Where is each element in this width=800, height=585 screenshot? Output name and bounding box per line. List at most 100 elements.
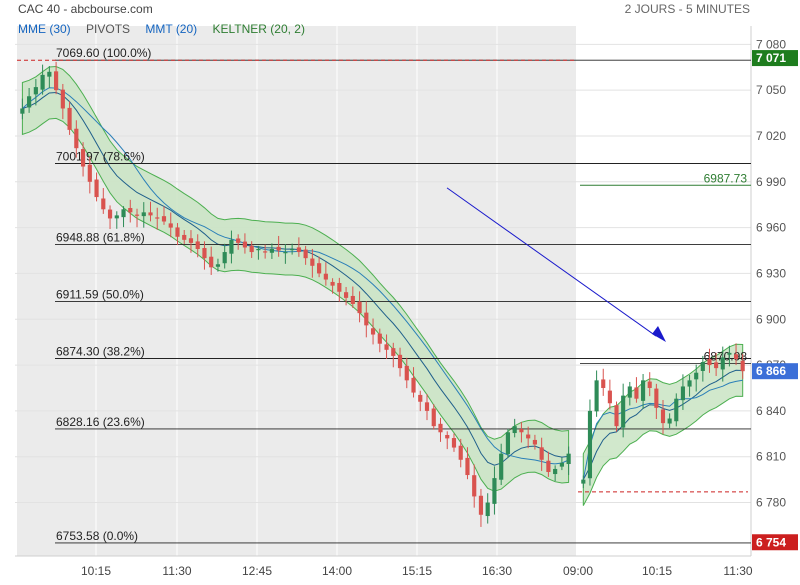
candle-body	[700, 362, 705, 371]
candle-body	[337, 282, 342, 292]
candle-body	[404, 365, 409, 381]
candle-body	[478, 495, 484, 515]
candlestick-chart: 7069.60 (100.0%) 7001.97 (78.6%) 6948.88 (…	[0, 0, 800, 580]
candle-body	[694, 372, 699, 380]
legend-mmt[interactable]: MMT (20)	[145, 22, 197, 36]
candle-body	[168, 223, 173, 228]
legend-mme[interactable]: MME (30)	[18, 22, 71, 36]
fibonacci-label: 7001.97 (78.6%)	[56, 150, 145, 164]
candle-body	[222, 252, 227, 264]
candle-body	[714, 362, 719, 369]
candle-body	[175, 227, 180, 237]
x-tick-label: 09:00	[563, 564, 593, 578]
candle-body	[733, 354, 739, 359]
candle-body	[236, 238, 241, 243]
candle-body	[505, 432, 511, 455]
candle-body	[445, 434, 450, 439]
candle-body	[40, 74, 45, 90]
candle-body	[317, 263, 322, 274]
candle-body	[532, 439, 537, 445]
chart-source-title: CAC 40 - abcbourse.com	[18, 2, 153, 16]
fibonacci-label: 6828.16 (23.6%)	[56, 415, 145, 429]
candle-body	[687, 380, 692, 387]
candle-body	[141, 212, 146, 217]
candle-body	[290, 248, 295, 251]
x-tick-label: 11:30	[162, 564, 191, 578]
candle-body	[323, 273, 328, 280]
x-tick-label: 16:30	[482, 564, 512, 578]
candle-body	[566, 453, 571, 465]
candle-body	[310, 258, 315, 266]
candle-body	[182, 234, 187, 240]
candle-body	[539, 447, 544, 460]
candle-body	[594, 380, 599, 412]
candle-body	[202, 248, 207, 259]
candle-body	[155, 217, 160, 219]
candle-body	[188, 238, 194, 243]
candle-body	[411, 377, 416, 393]
candle-body	[209, 256, 214, 268]
candle-body	[546, 460, 551, 472]
price-badge-label: 6 754	[756, 535, 786, 549]
legend-pivots[interactable]: PIVOTS	[86, 22, 130, 36]
candle-body	[424, 402, 430, 411]
candle-body	[107, 209, 113, 219]
candle-body	[431, 408, 436, 427]
chart-timeframe[interactable]: 2 JOURS - 5 MINUTES	[625, 2, 750, 16]
chart-canvas: 7069.60 (100.0%) 7001.97 (78.6%) 6948.88 (…	[15, 26, 798, 578]
candle-body	[256, 248, 261, 251]
candle-body	[519, 429, 524, 433]
candle-body	[33, 87, 38, 95]
x-tick-label: 15:15	[402, 564, 432, 578]
x-tick-label: 14:00	[322, 564, 352, 578]
y-tick-label: 6 990	[756, 175, 786, 189]
x-tick-label: 12:45	[242, 564, 272, 578]
candle-body	[263, 251, 268, 253]
candle-body	[350, 295, 355, 304]
candle-body	[397, 354, 403, 369]
y-tick-label: 6 930	[756, 266, 786, 280]
candle-body	[94, 179, 99, 198]
candle-body	[74, 128, 79, 149]
candle-body	[526, 434, 531, 439]
candle-body	[512, 426, 517, 434]
candle-body	[128, 207, 133, 213]
candle-body	[87, 164, 92, 182]
candle-body	[438, 423, 443, 433]
y-tick-label: 6 810	[756, 450, 786, 464]
x-tick-label: 11:30	[723, 564, 752, 578]
candle-body	[357, 301, 362, 314]
candle-body	[296, 247, 301, 253]
indicator-legend: MME (30) PIVOTS MMT (20) KELTNER (20, 2)	[18, 22, 305, 36]
fibonacci-label: 6753.58 (0.0%)	[56, 529, 138, 543]
candle-body	[364, 312, 369, 326]
candle-body	[601, 379, 606, 388]
y-tick-label: 7 080	[756, 37, 786, 51]
trend-arrow-head	[652, 326, 666, 343]
candle-body	[634, 387, 639, 399]
candle-body	[607, 390, 612, 404]
candle-body	[627, 386, 632, 398]
x-tick-label: 10:15	[81, 564, 111, 578]
candle-body	[492, 478, 497, 504]
candle-body	[121, 209, 126, 218]
candle-body	[641, 380, 646, 401]
candle-body	[472, 475, 477, 497]
candle-body	[101, 198, 106, 210]
y-tick-label: 6 780	[756, 496, 786, 510]
x-tick-label: 10:15	[642, 564, 672, 578]
candle-body	[647, 381, 652, 388]
candle-body	[377, 333, 382, 344]
candle-body	[47, 71, 52, 77]
candle-body	[161, 216, 167, 222]
fibonacci-label: 6911.59 (50.0%)	[56, 288, 144, 302]
candle-body	[553, 468, 558, 475]
candle-body	[303, 249, 308, 259]
candle-body	[215, 264, 221, 267]
candle-body	[621, 395, 626, 428]
candle-body	[27, 96, 32, 108]
legend-keltner[interactable]: KELTNER (20, 2)	[213, 22, 305, 36]
candle-body	[581, 479, 586, 484]
candle-body	[667, 418, 672, 424]
candle-body	[559, 462, 564, 467]
